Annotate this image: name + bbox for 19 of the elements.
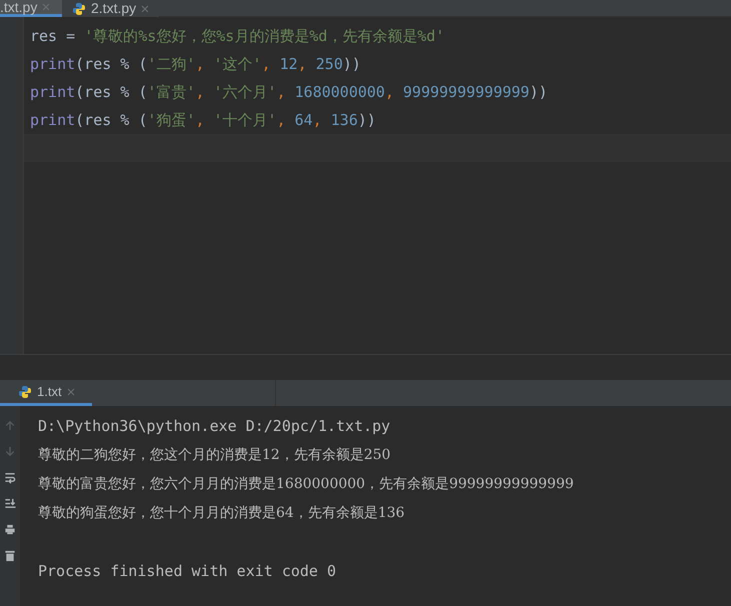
close-icon[interactable] [42,3,50,11]
editor-tab[interactable]: 2.txt.py [62,0,160,17]
console-line: Process finished with exit code 0 [38,561,336,582]
console-line: 尊敬的二狗您好，您这个月的消费是12，先有余额是250 [38,446,391,465]
console-line: 尊敬的狗蛋您好，您十个月月的消费是64，先有余额是136 [38,504,405,523]
trash-icon[interactable] [4,550,16,562]
code-line: res = '尊敬的%s您好，您%s月的消费是%d，先有余额是%d' [30,26,444,47]
console-line: 尊敬的富贵您好，您六个月月的消费是1680000000，先有余额是99999999999999 [38,475,574,494]
close-icon[interactable] [66,388,75,396]
code-line: print(res % ('富贵', '六个月', 1680000000, 99999999999999)) [30,82,548,103]
scroll-to-end-icon[interactable] [4,498,16,510]
console-line: D:\Python36\python.exe D:/20pc/1.txt.py [38,416,390,438]
python-icon [18,384,32,398]
printer-icon[interactable] [4,524,16,536]
soft-wrap-icon[interactable] [4,472,16,484]
code-line: print(res % ('狗蛋', '十个月', 64, 136)) [30,110,376,131]
code-line: print(res % ('二狗', '这个', 12, 250)) [30,54,361,75]
editor-tab[interactable]: .txt.py [0,0,62,17]
close-icon[interactable] [141,4,150,12]
